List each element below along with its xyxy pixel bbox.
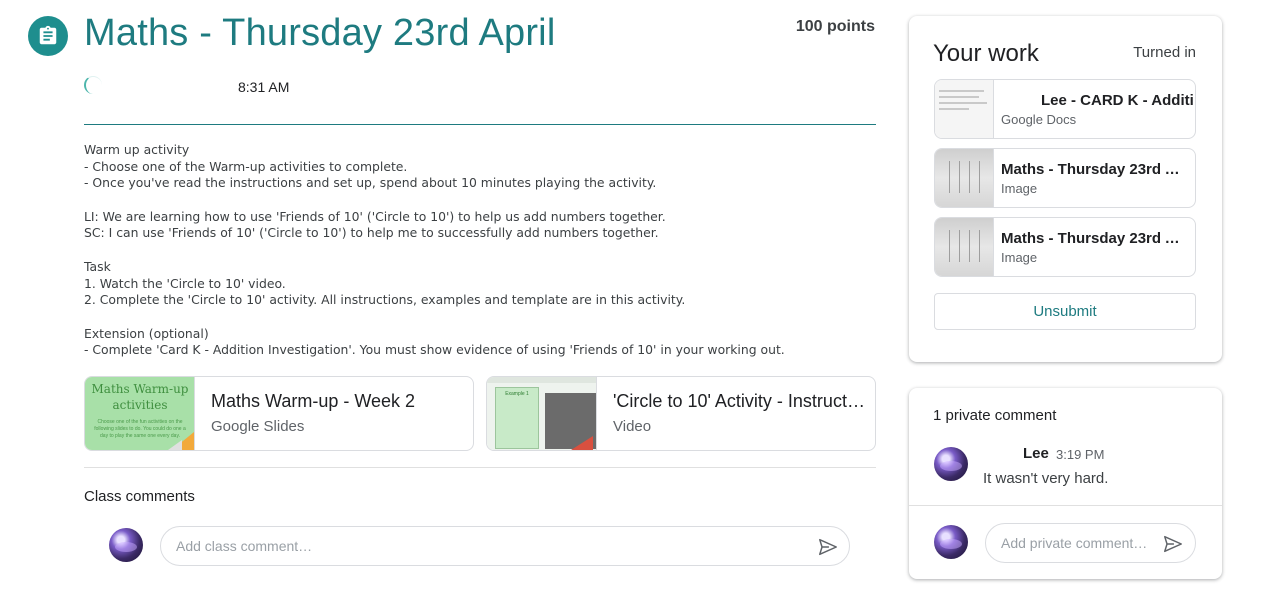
assignment-meta: 8:31 AM [84, 76, 384, 98]
description-line: - Choose one of the Warm-up activities t… [84, 158, 408, 174]
class-comment-box [160, 526, 850, 566]
description-line: - Once you've read the instructions and … [84, 175, 657, 191]
work-item-image-2[interactable]: Maths - Thursday 23rd April Image [934, 217, 1196, 277]
points-label: 100 points [795, 18, 875, 35]
slides-thumbnail: Maths Warm-up activities Choose one of t… [85, 377, 195, 450]
work-item-image-1[interactable]: Maths - Thursday 23rd April Image [934, 148, 1196, 208]
comment-time: 3:19 PM [1056, 447, 1105, 462]
commenter-avatar [934, 447, 968, 481]
work-item-type: Image [1001, 250, 1038, 265]
description-line: Task [84, 258, 111, 274]
attachment-type: Video [613, 418, 652, 435]
work-item-name: Maths - Thursday 23rd April [1001, 230, 1181, 247]
assignment-description: Warm up activity - Choose one of the Warm… [84, 142, 876, 359]
private-comments-card: 1 private comment Lee 3:19 PM It wasn't … [909, 388, 1222, 579]
description-line: Warm up activity [84, 142, 190, 157]
unsubmit-button[interactable]: Unsubmit [934, 293, 1196, 330]
attachment-card-video[interactable]: Example 1 'Circle to 10' Activity - Inst… [486, 376, 876, 451]
description-line: 2. Complete the 'Circle to 10' activity.… [84, 292, 686, 308]
image-thumbnail [935, 149, 994, 207]
attachment-name: 'Circle to 10' Activity - Instructions [613, 391, 868, 411]
assignment-icon [28, 16, 68, 56]
class-comment-input[interactable] [176, 527, 806, 565]
work-item-name: Maths - Thursday 23rd April [1001, 161, 1181, 178]
thumbnail-title: Maths Warm-up activities [91, 382, 189, 412]
comments-divider [84, 467, 876, 468]
description-line: 1. Watch the 'Circle to 10' video. [84, 275, 286, 291]
description-blank-line [84, 309, 876, 326]
doc-thumbnail [935, 80, 994, 138]
work-item-type: Google Docs [1001, 112, 1077, 127]
private-comments-heading: 1 private comment [933, 407, 1057, 424]
description-line: SC: I can use 'Friends of 10' ('Circle t… [84, 225, 659, 241]
attachment-card-slides[interactable]: Maths Warm-up activities Choose one of t… [84, 376, 474, 451]
send-icon[interactable] [817, 536, 839, 558]
your-work-card: Your work Turned in Lee - CARD K - Addit… [909, 16, 1222, 362]
header-divider [84, 124, 876, 125]
thumbnail-title: Example 1 [505, 391, 529, 397]
thumbnail-example-sheet: Example 1 [495, 387, 539, 449]
attachment-type: Google Slides [211, 418, 305, 435]
comment-text: It wasn't very hard. [983, 470, 1109, 487]
class-comments-heading: Class comments [84, 488, 195, 505]
posted-time: 8:31 AM [238, 79, 290, 95]
work-item-doc[interactable]: Lee - CARD K - Addition Investigation Go… [934, 79, 1196, 139]
loading-spinner-icon [84, 76, 102, 94]
work-item-name: Lee - CARD K - Addition Investigation [1041, 92, 1195, 109]
private-comment-box [985, 523, 1196, 563]
private-comments-divider [909, 505, 1222, 506]
user-avatar [934, 525, 968, 559]
description-blank-line [84, 242, 876, 259]
video-thumbnail: Example 1 [487, 377, 597, 450]
description-line: LI: We are learning how to use 'Friends … [84, 208, 666, 224]
user-avatar [109, 528, 143, 562]
image-thumbnail [935, 218, 994, 276]
private-comment-input[interactable] [1001, 524, 1161, 562]
send-icon[interactable] [1162, 533, 1184, 555]
description-blank-line [84, 192, 876, 209]
work-item-type: Image [1001, 181, 1038, 196]
turned-in-status: Turned in [1133, 44, 1196, 61]
description-line: Extension (optional) [84, 325, 209, 341]
assignment-title: Maths - Thursday 23rd April [84, 12, 556, 54]
attachment-name: Maths Warm-up - Week 2 [211, 391, 416, 411]
comment-author: Lee [1023, 445, 1049, 462]
your-work-title: Your work [933, 40, 1039, 67]
description-line: - Complete 'Card K - Addition Investigat… [84, 342, 785, 358]
